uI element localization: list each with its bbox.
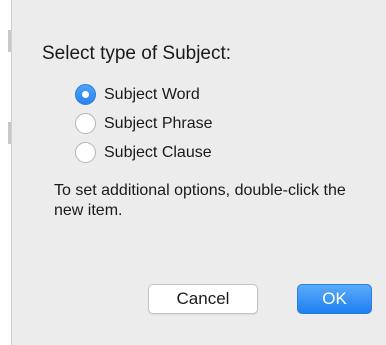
select-subject-dialog: Select type of Subject: Subject Word Sub…	[11, 0, 386, 345]
radio-label[interactable]: Subject Phrase	[104, 115, 213, 133]
subject-type-radio-group: Subject Word Subject Phrase Subject Clau…	[75, 80, 213, 167]
info-text: To set additional options, double-click …	[54, 182, 346, 219]
radio-option-subject-phrase[interactable]: Subject Phrase	[75, 109, 213, 138]
radio-label[interactable]: Subject Word	[104, 86, 200, 104]
radio-option-subject-word[interactable]: Subject Word	[75, 80, 213, 109]
radio-button[interactable]	[75, 113, 96, 134]
radio-option-subject-clause[interactable]: Subject Clause	[75, 138, 213, 167]
cancel-button[interactable]: Cancel	[148, 284, 258, 314]
dialog-title: Select type of Subject:	[42, 43, 232, 64]
page: Select type of Subject: Subject Word Sub…	[0, 0, 386, 345]
radio-dot	[82, 91, 89, 98]
ok-button[interactable]: OK	[297, 284, 372, 314]
radio-button-selected[interactable]	[75, 84, 96, 105]
radio-label[interactable]: Subject Clause	[104, 144, 212, 162]
radio-button[interactable]	[75, 142, 96, 163]
